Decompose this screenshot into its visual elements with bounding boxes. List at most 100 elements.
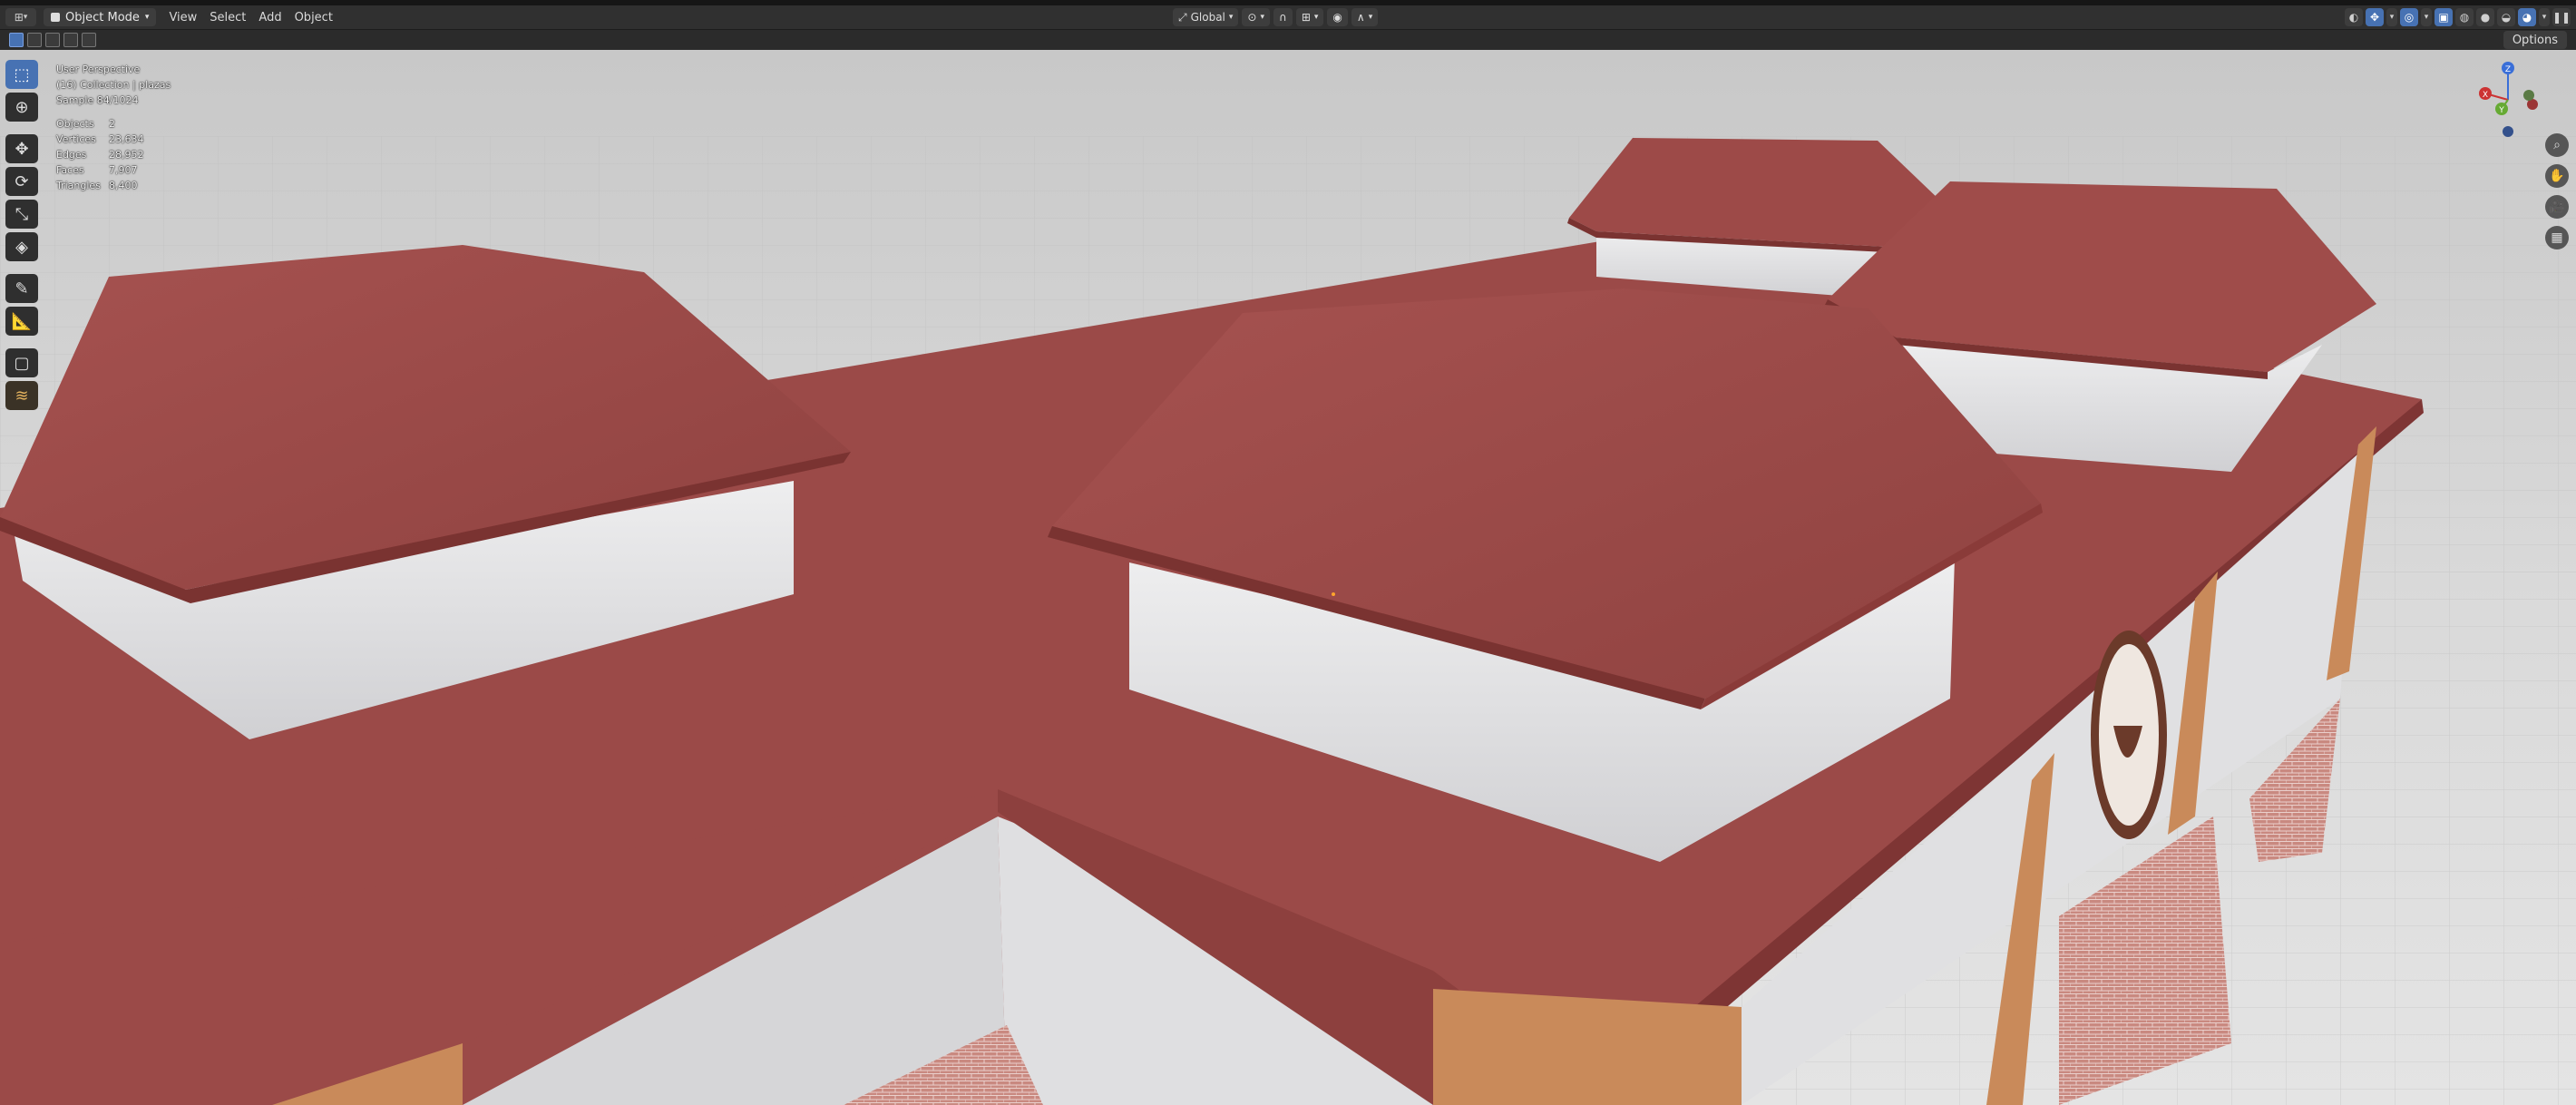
render-sample: Sample 84/1024 — [56, 94, 139, 106]
gizmo-neg-z[interactable] — [2503, 126, 2513, 137]
snap-target-button[interactable]: ⊞ ▾ — [1295, 8, 1324, 26]
stat-row: Vertices 23,634 — [56, 132, 144, 147]
orientation-label: Global — [1190, 11, 1225, 24]
tool-settings-bar: Options — [0, 30, 2576, 50]
select-invert-mode-icon[interactable] — [63, 33, 78, 47]
3d-viewport[interactable] — [0, 50, 2576, 1105]
shader-ball-icon: ≋ — [15, 386, 29, 406]
chevron-down-icon: ▾ — [1260, 13, 1265, 22]
chevron-down-icon[interactable]: ▾ — [2386, 8, 2397, 26]
pivot-point-button[interactable]: ⊙ ▾ — [1242, 8, 1271, 26]
toggle-sidebar-icon[interactable]: ❚❚ — [2552, 8, 2571, 26]
camera-view-icon[interactable]: 🎥 — [2545, 195, 2569, 219]
editor-type-button[interactable]: ⊞ ▾ — [5, 8, 36, 26]
gizmo-toggle-icon[interactable]: ✥ — [2366, 8, 2384, 26]
stat-label: Edges — [56, 149, 87, 161]
snap-grid-icon: ⊞ — [1301, 11, 1311, 24]
stat-value: 23,634 — [109, 133, 144, 145]
stat-row: Edges 28,952 — [56, 147, 144, 162]
proportional-edit-icon: ◉ — [1332, 11, 1342, 24]
select-intersect-mode-icon[interactable] — [82, 33, 96, 47]
falloff-button[interactable]: ∧ ▾ — [1351, 8, 1379, 26]
menu-object[interactable]: Object — [295, 11, 333, 24]
navigation-buttons: ⌕ ✋ 🎥 ▦ — [2545, 133, 2569, 249]
stat-value: 2 — [109, 118, 115, 130]
rotate-icon: ⟳ — [15, 171, 29, 191]
viewport-header-right: ◐ ✥ ▾ ◎ ▾ ▣ ◍ ● ◒ ◕ ▾ ❚❚ — [2345, 8, 2571, 26]
move-tool[interactable]: ✥ — [5, 134, 38, 163]
menu-add[interactable]: Add — [259, 11, 281, 24]
pivot-icon: ⊙ — [1247, 11, 1257, 24]
object-mode-icon — [51, 13, 60, 22]
orientation-select[interactable]: ⤢ Global ▾ — [1173, 8, 1239, 26]
select-extend-mode-icon[interactable] — [27, 33, 42, 47]
cursor-tool[interactable]: ⊕ — [5, 93, 38, 122]
stat-row: Objects 2 — [56, 116, 144, 132]
solid-shading-icon[interactable]: ● — [2476, 8, 2494, 26]
stat-label: Triangles — [56, 180, 101, 191]
chevron-down-icon[interactable]: ▾ — [2421, 8, 2432, 26]
falloff-curve-icon: ∧ — [1356, 11, 1365, 24]
extra-tool[interactable]: ≋ — [5, 381, 38, 410]
dormer-top-roof — [1569, 138, 1941, 247]
annotate-icon: ✎ — [15, 279, 29, 298]
zoom-icon[interactable]: ⌕ — [2545, 133, 2569, 157]
move-icon: ✥ — [15, 139, 29, 159]
select-box-tool[interactable]: ⬚ — [5, 60, 38, 89]
magnet-icon: ∩ — [1279, 11, 1287, 24]
transform-controls: ⤢ Global ▾ ⊙ ▾ ∩ ⊞ ▾ ◉ ∧ ▾ — [1173, 8, 1379, 26]
toolbar: ⬚ ⊕ ✥ ⟳ ⤡ ◈ ✎ 📐 ▢ ≋ — [5, 60, 40, 410]
xray-toggle-icon[interactable]: ▣ — [2435, 8, 2453, 26]
scene-render — [0, 50, 2576, 1105]
tool-separator — [5, 125, 40, 131]
viewport-header: ⊞ ▾ Object Mode ▾ View Select Add Object … — [0, 5, 2576, 30]
pan-hand-icon[interactable]: ✋ — [2545, 164, 2569, 188]
viewport-info: User Perspective (16) Collection | plaza… — [56, 62, 171, 108]
measure-tool[interactable]: 📐 — [5, 307, 38, 336]
chevron-down-icon: ▾ — [1228, 13, 1234, 22]
transform-tool[interactable]: ◈ — [5, 232, 38, 261]
overlays-toggle-icon[interactable]: ◎ — [2400, 8, 2418, 26]
mode-label: Object Mode — [65, 10, 140, 24]
stat-label: Vertices — [56, 133, 96, 145]
visibility-icon[interactable]: ◐ — [2345, 8, 2363, 26]
add-cube-icon: ▢ — [14, 353, 30, 373]
proportional-edit-toggle[interactable]: ◉ — [1327, 8, 1348, 26]
wireframe-shading-icon[interactable]: ◍ — [2455, 8, 2474, 26]
material-preview-shading-icon[interactable]: ◒ — [2497, 8, 2515, 26]
stat-value: 28,952 — [109, 149, 144, 161]
measure-icon: 📐 — [11, 311, 33, 331]
options-button[interactable]: Options — [2503, 31, 2567, 49]
gizmo-neg-y[interactable] — [2523, 90, 2534, 101]
chevron-down-icon: ▾ — [23, 13, 28, 22]
stat-row: Triangles 8,400 — [56, 178, 144, 193]
gizmo-z-label: Z — [2505, 65, 2511, 74]
gizmo-x-label: X — [2483, 91, 2488, 100]
options-label: Options — [2512, 33, 2558, 47]
menu-view[interactable]: View — [169, 11, 197, 24]
chevron-down-icon[interactable]: ▾ — [2539, 8, 2550, 26]
3d-viewport-icon: ⊞ — [14, 11, 24, 24]
pillar-4 — [1433, 989, 1742, 1105]
collection-info: (16) Collection | plazas — [56, 79, 171, 91]
select-subtract-mode-icon[interactable] — [45, 33, 60, 47]
rotate-tool[interactable]: ⟳ — [5, 167, 38, 196]
stat-value: 8,400 — [109, 180, 138, 191]
navigation-gizmo[interactable]: Z X Y — [2467, 59, 2549, 141]
cursor-icon: ⊕ — [15, 97, 29, 117]
annotate-tool[interactable]: ✎ — [5, 274, 38, 303]
stat-label: Objects — [56, 118, 94, 130]
scale-tool[interactable]: ⤡ — [5, 200, 38, 229]
snap-toggle[interactable]: ∩ — [1273, 8, 1293, 26]
blender-window: ⊞ ▾ Object Mode ▾ View Select Add Object … — [0, 0, 2576, 1105]
rendered-shading-icon[interactable]: ◕ — [2518, 8, 2536, 26]
transform-icon: ◈ — [15, 237, 28, 257]
select-new-mode-icon[interactable] — [9, 33, 24, 47]
select-box-icon: ⬚ — [14, 64, 30, 84]
tool-separator — [5, 339, 40, 345]
mode-select[interactable]: Object Mode ▾ — [44, 8, 157, 26]
perspective-toggle-icon[interactable]: ▦ — [2545, 226, 2569, 249]
add-cube-tool[interactable]: ▢ — [5, 348, 38, 377]
scene-statistics: Objects 2 Vertices 23,634 Edges 28,952 Face… — [56, 116, 144, 193]
menu-select[interactable]: Select — [210, 11, 246, 24]
